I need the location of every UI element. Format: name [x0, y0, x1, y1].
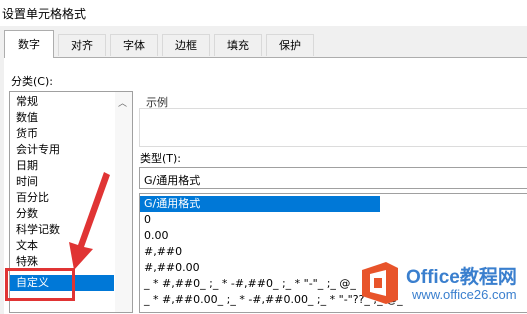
annotation-highlight	[5, 268, 75, 301]
watermark-url: www.office26.com	[412, 287, 517, 302]
watermark: Office教程网 www.office26.com	[354, 256, 527, 313]
office-logo-icon	[362, 262, 398, 304]
watermark-brand: Office教程网	[406, 267, 517, 288]
tab-number[interactable]: 数字	[4, 30, 54, 58]
